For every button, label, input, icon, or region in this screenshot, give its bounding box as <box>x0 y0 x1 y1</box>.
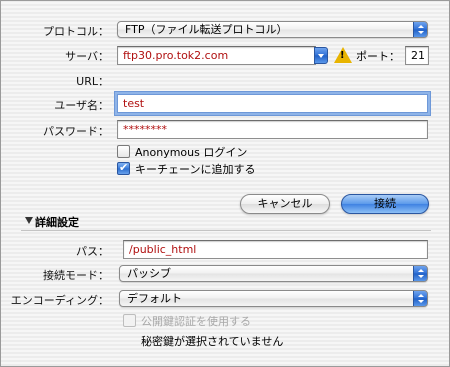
keychain-checkbox[interactable] <box>117 161 130 175</box>
pubkey-label[interactable]: 公開鍵認証を使用する <box>141 313 251 329</box>
password-label: パスワード： <box>43 125 109 138</box>
warning-icon: ! <box>334 47 352 63</box>
disclosure-triangle-icon[interactable] <box>25 217 33 224</box>
url-label: URL： <box>76 75 109 88</box>
anonymous-label[interactable]: Anonymous ログイン <box>135 144 247 160</box>
mode-popup[interactable]: パッシブ <box>119 265 428 282</box>
server-field[interactable]: ftp30.pro.tok2.com <box>117 46 316 65</box>
protocol-stepper-icon <box>413 22 427 37</box>
encoding-popup[interactable]: デフォルト <box>119 290 428 307</box>
mode-stepper-icon <box>413 266 427 281</box>
encoding-stepper-icon <box>413 291 427 306</box>
password-field[interactable]: ******** <box>117 120 428 139</box>
server-dropdown-icon[interactable] <box>314 47 328 64</box>
port-label: ポート： <box>356 50 400 63</box>
cancel-button[interactable]: キャンセル <box>240 194 330 214</box>
keychain-label[interactable]: キーチェーンに追加する <box>135 161 255 177</box>
user-field[interactable]: test <box>117 94 428 113</box>
advanced-divider <box>21 230 431 231</box>
server-label: サーバ： <box>65 50 109 63</box>
advanced-title[interactable]: 詳細設定 <box>35 214 79 230</box>
anonymous-checkbox[interactable] <box>117 145 130 158</box>
pubkey-checkbox[interactable] <box>123 314 136 327</box>
port-field[interactable]: 21 <box>405 46 429 65</box>
mode-value: パッシブ <box>127 267 171 280</box>
user-label: ユーザ名： <box>54 99 109 112</box>
encoding-value: デフォルト <box>127 292 182 305</box>
path-field[interactable]: /public_html <box>123 240 428 259</box>
path-label: パス： <box>76 245 109 258</box>
protocol-popup[interactable]: FTP（ファイル転送プロトコル） <box>117 21 428 38</box>
mode-label: 接続モード： <box>43 269 109 282</box>
connect-button[interactable]: 接続 <box>341 194 429 214</box>
privkey-status: 秘密鍵が選択されていません <box>141 335 284 348</box>
connection-dialog: ⌂ プロトコル： FTP（ファイル転送プロトコル） サーバ： ftp30.pro… <box>0 0 450 367</box>
protocol-value: FTP（ファイル転送プロトコル） <box>125 23 288 36</box>
protocol-label: プロトコル： <box>43 25 109 38</box>
encoding-label: エンコーディング： <box>10 294 109 307</box>
